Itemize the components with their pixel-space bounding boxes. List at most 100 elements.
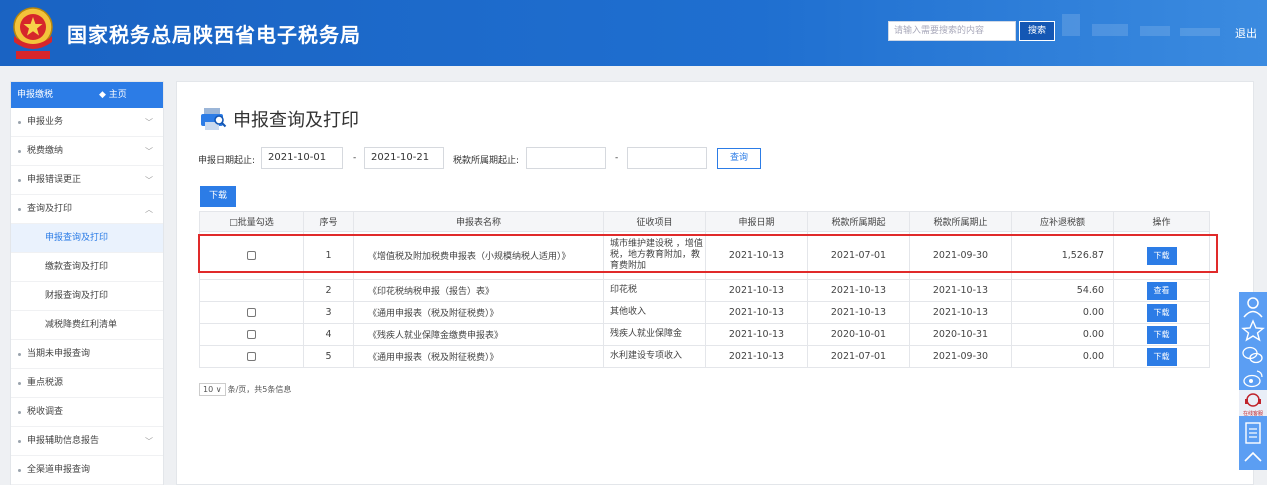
sidebar-item-undeclared-query[interactable]: 当期未申报查询 xyxy=(11,340,163,369)
chevron-down-icon: ﹀ xyxy=(145,437,153,446)
sidebar-item-label: 申报业务 xyxy=(27,117,64,127)
row-declare-date: 2021-10-13 xyxy=(705,301,808,324)
sidebar-item-label: 全渠道申报查询 xyxy=(27,465,91,475)
header-tax-amount: 应补退税额 xyxy=(1011,211,1114,232)
tax-period-to-input[interactable] xyxy=(627,147,707,169)
row-checkbox[interactable] xyxy=(247,308,256,317)
sidebar-subitem-tax-relief-list[interactable]: 减税降费红利清单 xyxy=(11,311,163,340)
header-batch-select[interactable]: □批量勾选 xyxy=(199,211,304,232)
header-decoration xyxy=(1180,28,1220,36)
pagination: 10 ∨ 条/页，共5条信息 xyxy=(199,383,291,396)
sidebar-nav: 申报缴税 ◆ 主页 申报业务 ﹀ 税费缴纳 ﹀ 申报错误更正 ﹀ 查询及打印 ︿ 申报查… xyxy=(10,81,164,485)
row-action-cell: 下载 xyxy=(1113,345,1210,368)
row-form-name: 《印花税纳税申报（报告）表》 xyxy=(353,279,604,302)
header-tax-item: 征收项目 xyxy=(603,211,706,232)
row-download-button[interactable]: 下载 xyxy=(1146,303,1177,322)
page-size-select[interactable]: 10 ∨ xyxy=(199,383,226,396)
row-action-cell: 下载 xyxy=(1113,231,1210,280)
query-button[interactable]: 查询 xyxy=(717,148,761,169)
header-period-end: 税款所属期止 xyxy=(909,211,1012,232)
row-serial: 4 xyxy=(303,323,354,346)
sidebar-item-declaration[interactable]: 申报业务 ﹀ xyxy=(11,108,163,137)
sidebar-item-tax-survey[interactable]: 税收调查 xyxy=(11,398,163,427)
table-row: 5 《通用申报表（税及附征税费）》 水利建设专项收入 2021-10-13 20… xyxy=(199,345,1210,368)
row-period-start: 2021-07-01 xyxy=(807,231,910,280)
row-serial: 3 xyxy=(303,301,354,324)
chevron-down-icon: ﹀ xyxy=(145,176,153,185)
row-download-button[interactable]: 下载 xyxy=(1146,347,1177,366)
back-to-top-icon[interactable] xyxy=(1239,444,1267,470)
row-tax-item: 残疾人就业保障金 xyxy=(603,323,706,346)
row-form-name: 《通用申报表（税及附征税费）》 xyxy=(353,301,604,324)
tax-period-from-input[interactable] xyxy=(526,147,606,169)
sidebar-subitem-financial-query[interactable]: 财报查询及打印 xyxy=(11,282,163,311)
row-serial: 1 xyxy=(303,231,354,280)
sidebar-item-query-print[interactable]: 查询及打印 ︿ xyxy=(11,195,163,224)
sidebar-section-title: 申报缴税 xyxy=(17,90,54,100)
bullet-icon xyxy=(18,179,21,182)
row-period-end: 2021-09-30 xyxy=(909,345,1012,368)
declare-date-from-input[interactable]: 2021-10-01 xyxy=(261,147,343,169)
top-header: 国家税务总局陕西省电子税务局 搜索 退出 xyxy=(0,0,1267,66)
row-tax-amount: 1,526.87 xyxy=(1011,231,1114,280)
row-serial: 2 xyxy=(303,279,354,302)
row-form-name: 《残疾人就业保障金缴费申报表》 xyxy=(353,323,604,346)
bullet-icon xyxy=(18,353,21,356)
page-title: 申报查询及打印 xyxy=(233,110,359,131)
row-checkbox[interactable] xyxy=(247,251,256,260)
row-tax-item: 水利建设专项收入 xyxy=(603,345,706,368)
table-row: 3 《通用申报表（税及附征税费）》 其他收入 2021-10-13 2021-1… xyxy=(199,301,1210,324)
wechat-icon[interactable] xyxy=(1239,342,1267,368)
home-link[interactable]: ◆ 主页 xyxy=(99,82,127,108)
sidebar-item-label: 申报错误更正 xyxy=(27,175,82,185)
declare-date-label: 申报日期起止: xyxy=(198,156,256,166)
sidebar-item-label: 税费缴纳 xyxy=(27,146,64,156)
declare-date-to-input[interactable]: 2021-10-21 xyxy=(364,147,444,169)
row-period-end: 2021-09-30 xyxy=(909,231,1012,280)
sidebar-subitem-declaration-query[interactable]: 申报查询及打印 xyxy=(11,224,163,253)
row-checkbox-cell xyxy=(199,279,304,302)
search-button[interactable]: 搜索 xyxy=(1019,21,1055,41)
row-tax-amount: 54.60 xyxy=(1011,279,1114,302)
search-input[interactable] xyxy=(888,21,1016,41)
sidebar-item-label: 当期未申报查询 xyxy=(27,349,91,359)
logout-link[interactable]: 退出 xyxy=(1235,25,1257,41)
row-download-button[interactable]: 下载 xyxy=(1146,325,1177,344)
header-serial: 序号 xyxy=(303,211,354,232)
online-service-label: 在线客服 xyxy=(1242,411,1263,417)
user-icon[interactable] xyxy=(1239,294,1267,320)
weibo-icon[interactable] xyxy=(1239,366,1267,392)
chevron-up-icon: ︿ xyxy=(145,205,153,214)
printer-search-icon xyxy=(201,108,227,130)
row-tax-amount: 0.00 xyxy=(1011,345,1114,368)
sidebar-item-label: 税收调查 xyxy=(27,407,64,417)
sidebar-item-all-channel-query[interactable]: 全渠道申报查询 xyxy=(11,456,163,485)
header-form-name: 申报表名称 xyxy=(353,211,604,232)
row-checkbox[interactable] xyxy=(247,330,256,339)
sidebar-item-correction[interactable]: 申报错误更正 ﹀ xyxy=(11,166,163,195)
floating-tool-rail: 在线客服 xyxy=(1239,292,1267,470)
row-checkbox-cell xyxy=(199,345,304,368)
row-period-end: 2020-10-31 xyxy=(909,323,1012,346)
row-tax-item: 其他收入 xyxy=(603,301,706,324)
row-view-button[interactable]: 查看 xyxy=(1146,281,1177,300)
row-download-button[interactable]: 下载 xyxy=(1146,246,1177,265)
row-form-name: 《增值税及附加税费申报表（小规模纳税人适用）》 xyxy=(353,231,604,280)
chevron-down-icon: ﹀ xyxy=(145,147,153,156)
row-period-end: 2021-10-13 xyxy=(909,301,1012,324)
header-decoration xyxy=(1140,26,1170,36)
sidebar-subitem-payment-query[interactable]: 缴款查询及打印 xyxy=(11,253,163,282)
sidebar-item-key-tax-source[interactable]: 重点税源 xyxy=(11,369,163,398)
document-icon[interactable] xyxy=(1239,420,1267,446)
star-icon[interactable] xyxy=(1239,318,1267,344)
sidebar-item-payment[interactable]: 税费缴纳 ﹀ xyxy=(11,137,163,166)
row-checkbox[interactable] xyxy=(247,352,256,361)
header-decoration xyxy=(1062,14,1080,36)
sidebar-item-label: 查询及打印 xyxy=(27,204,73,214)
declaration-table: □批量勾选 序号 申报表名称 征收项目 申报日期 税款所属期起 税款所属期止 应… xyxy=(199,211,1210,368)
date-separator: - xyxy=(353,153,357,163)
bulk-download-button[interactable]: 下载 xyxy=(200,186,236,207)
sidebar-item-auxiliary-report[interactable]: 申报辅助信息报告 ﹀ xyxy=(11,427,163,456)
header-declare-date: 申报日期 xyxy=(705,211,808,232)
period-separator: - xyxy=(615,153,619,163)
